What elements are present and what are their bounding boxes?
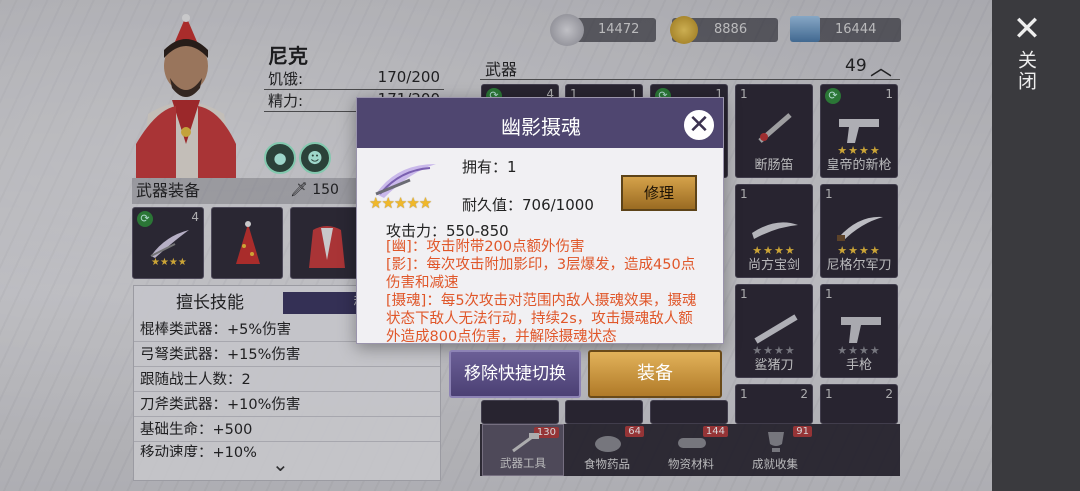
close-label[interactable]: 关闭	[1014, 50, 1040, 92]
item-stars: ★★★★★	[369, 194, 432, 212]
effect-text: [影]：每次攻击附加影印，3层爆发，造成450点伤害和减速	[386, 257, 696, 291]
modal-close-button[interactable]: ✕	[682, 108, 716, 142]
close-icon[interactable]: ✕	[1012, 12, 1042, 46]
effect-text: [幽]：攻击附带200点额外伤害	[386, 239, 585, 255]
effect-text: [摄魂]：每5次攻击对范围内敌人摄魂效果，摄魂状态下敌人无法行动，持续2s，攻击…	[386, 293, 697, 342]
equip-button[interactable]: 装备	[588, 350, 722, 398]
modal-header: 幽影摄魂	[357, 98, 723, 148]
owned-count: 拥有：1	[462, 158, 517, 176]
modal-title: 幽影摄魂	[501, 115, 581, 139]
durability-value: 耐久值：706/1000	[462, 196, 594, 214]
repair-button[interactable]: 修理	[621, 175, 697, 211]
remove-shortcut-button[interactable]: 移除快捷切换	[449, 350, 581, 398]
